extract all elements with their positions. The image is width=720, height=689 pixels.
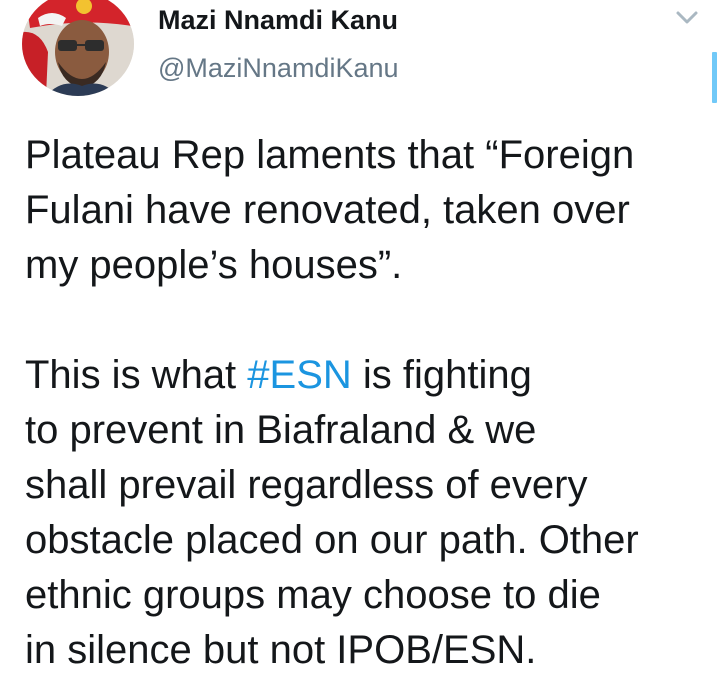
tweet-line: obstacle placed on our path. Other xyxy=(25,518,639,562)
author-display-name[interactable]: Mazi Nnamdi Kanu xyxy=(158,5,398,36)
tweet-line: in silence but not IPOB/ESN. xyxy=(25,628,537,672)
tweet-line: Fulani have renovated, taken over xyxy=(25,188,630,232)
tweet-line-prefix: This is what xyxy=(25,353,248,397)
tweet-line: to prevent in Biafraland & we xyxy=(25,408,537,452)
scroll-indicator xyxy=(712,52,717,103)
tweet-text: Plateau Rep laments that “Foreign Fulani… xyxy=(25,128,705,678)
tweet-line-suffix: is fighting xyxy=(351,353,532,397)
profile-photo xyxy=(22,0,134,96)
tweet-line: This is what #ESN is fighting xyxy=(25,348,705,403)
author-handle[interactable]: @MaziNnamdiKanu xyxy=(158,53,399,84)
tweet-line: shall prevail regardless of every xyxy=(25,463,588,507)
tweet-line: Plateau Rep laments that “Foreign xyxy=(25,133,635,177)
hashtag-link[interactable]: #ESN xyxy=(247,353,352,397)
chevron-down-icon xyxy=(676,11,698,24)
tweet-menu-button[interactable] xyxy=(674,8,700,28)
tweet-paragraph-1: Plateau Rep laments that “Foreign Fulani… xyxy=(25,128,705,293)
tweet-line: my people’s houses”. xyxy=(25,243,403,287)
tweet: Mazi Nnamdi Kanu @MaziNnamdiKanu Plateau… xyxy=(0,0,720,689)
tweet-paragraph-2: This is what #ESN is fighting to prevent… xyxy=(25,348,705,678)
avatar[interactable] xyxy=(22,0,134,96)
tweet-line: ethnic groups may choose to die xyxy=(25,573,601,617)
